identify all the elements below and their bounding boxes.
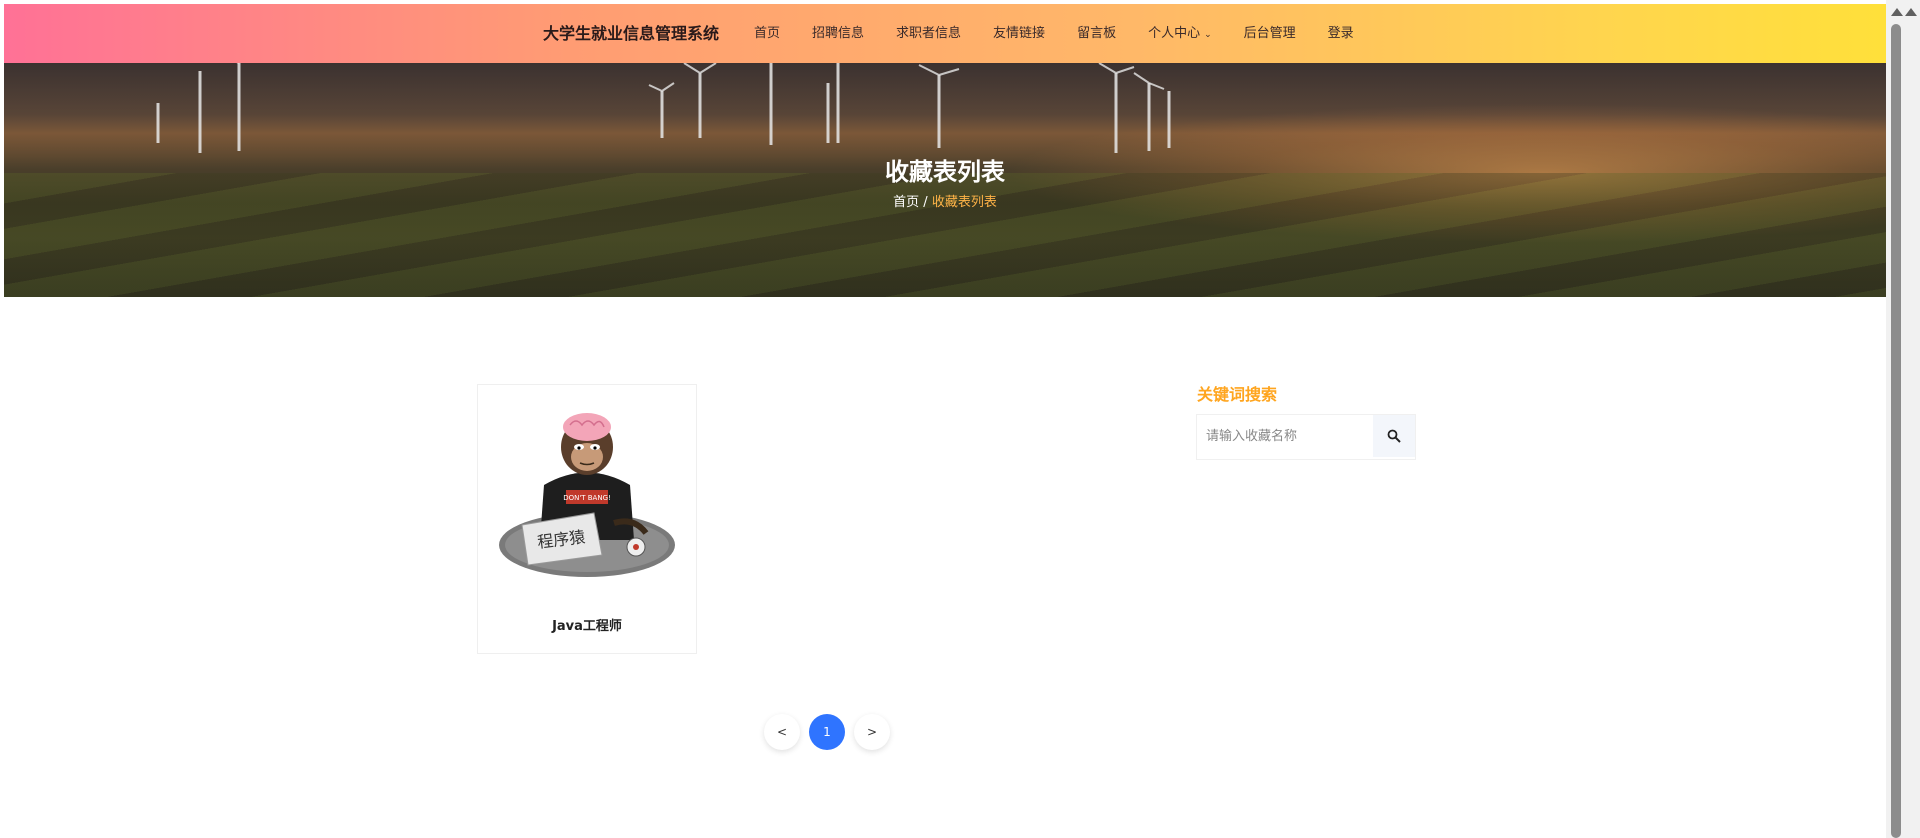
search-box: [1196, 414, 1416, 460]
chevron-down-icon: ⌄: [1204, 30, 1212, 40]
prev-page-button[interactable]: <: [764, 714, 800, 750]
nav-jobs[interactable]: 招聘信息: [812, 4, 864, 63]
scroll-up-arrow-icon[interactable]: [1891, 8, 1903, 16]
programmer-monkey-image: DON'T BANG! 程序猿: [499, 413, 675, 577]
scroll-up-arrow-icon-2[interactable]: [1905, 8, 1917, 16]
breadcrumb-current: 收藏表列表: [931, 195, 997, 210]
nav-admin[interactable]: 后台管理: [1244, 4, 1296, 63]
svg-text:DON'T BANG!: DON'T BANG!: [563, 494, 611, 502]
nav-login[interactable]: 登录: [1328, 4, 1354, 63]
nav-job-seekers[interactable]: 求职者信息: [896, 4, 961, 63]
page-viewport: 大学生就业信息管理系统 首页 招聘信息 求职者信息 友情链接 留言板 个人中心 ⌄…: [4, 4, 1886, 838]
next-page-button[interactable]: >: [854, 714, 890, 750]
top-navbar: 大学生就业信息管理系统 首页 招聘信息 求职者信息 友情链接 留言板 个人中心 ⌄…: [4, 4, 1886, 63]
favorite-card-title[interactable]: Java工程师: [478, 615, 696, 634]
breadcrumb-home[interactable]: 首页: [893, 195, 919, 210]
nav-personal-center-label: 个人中心: [1148, 26, 1201, 41]
scrollbar-thumb[interactable]: [1891, 24, 1901, 838]
search-icon: [1387, 429, 1401, 443]
page-1-button[interactable]: 1: [809, 714, 845, 750]
breadcrumb-separator: /: [919, 195, 932, 210]
favorite-card[interactable]: DON'T BANG! 程序猿 Java工程师: [477, 384, 697, 654]
hero-banner: 收藏表列表 首页 / 收藏表列表: [4, 63, 1886, 297]
search-button[interactable]: [1373, 415, 1415, 457]
brand-title[interactable]: 大学生就业信息管理系统: [543, 4, 719, 63]
search-input[interactable]: [1197, 415, 1372, 457]
nav-friend-links[interactable]: 友情链接: [993, 4, 1045, 63]
page-title: 收藏表列表: [885, 158, 1005, 186]
nav-links: 首页 招聘信息 求职者信息 友情链接 留言板 个人中心 ⌄ 后台管理 登录: [754, 4, 1386, 63]
breadcrumb: 首页 / 收藏表列表: [4, 191, 1886, 210]
nav-home[interactable]: 首页: [754, 4, 780, 63]
nav-personal-center[interactable]: 个人中心 ⌄: [1148, 4, 1212, 63]
nav-message-board[interactable]: 留言板: [1077, 4, 1116, 63]
keyword-search-title: 关键词搜索: [1197, 385, 1278, 404]
pagination: < 1 >: [764, 714, 899, 750]
